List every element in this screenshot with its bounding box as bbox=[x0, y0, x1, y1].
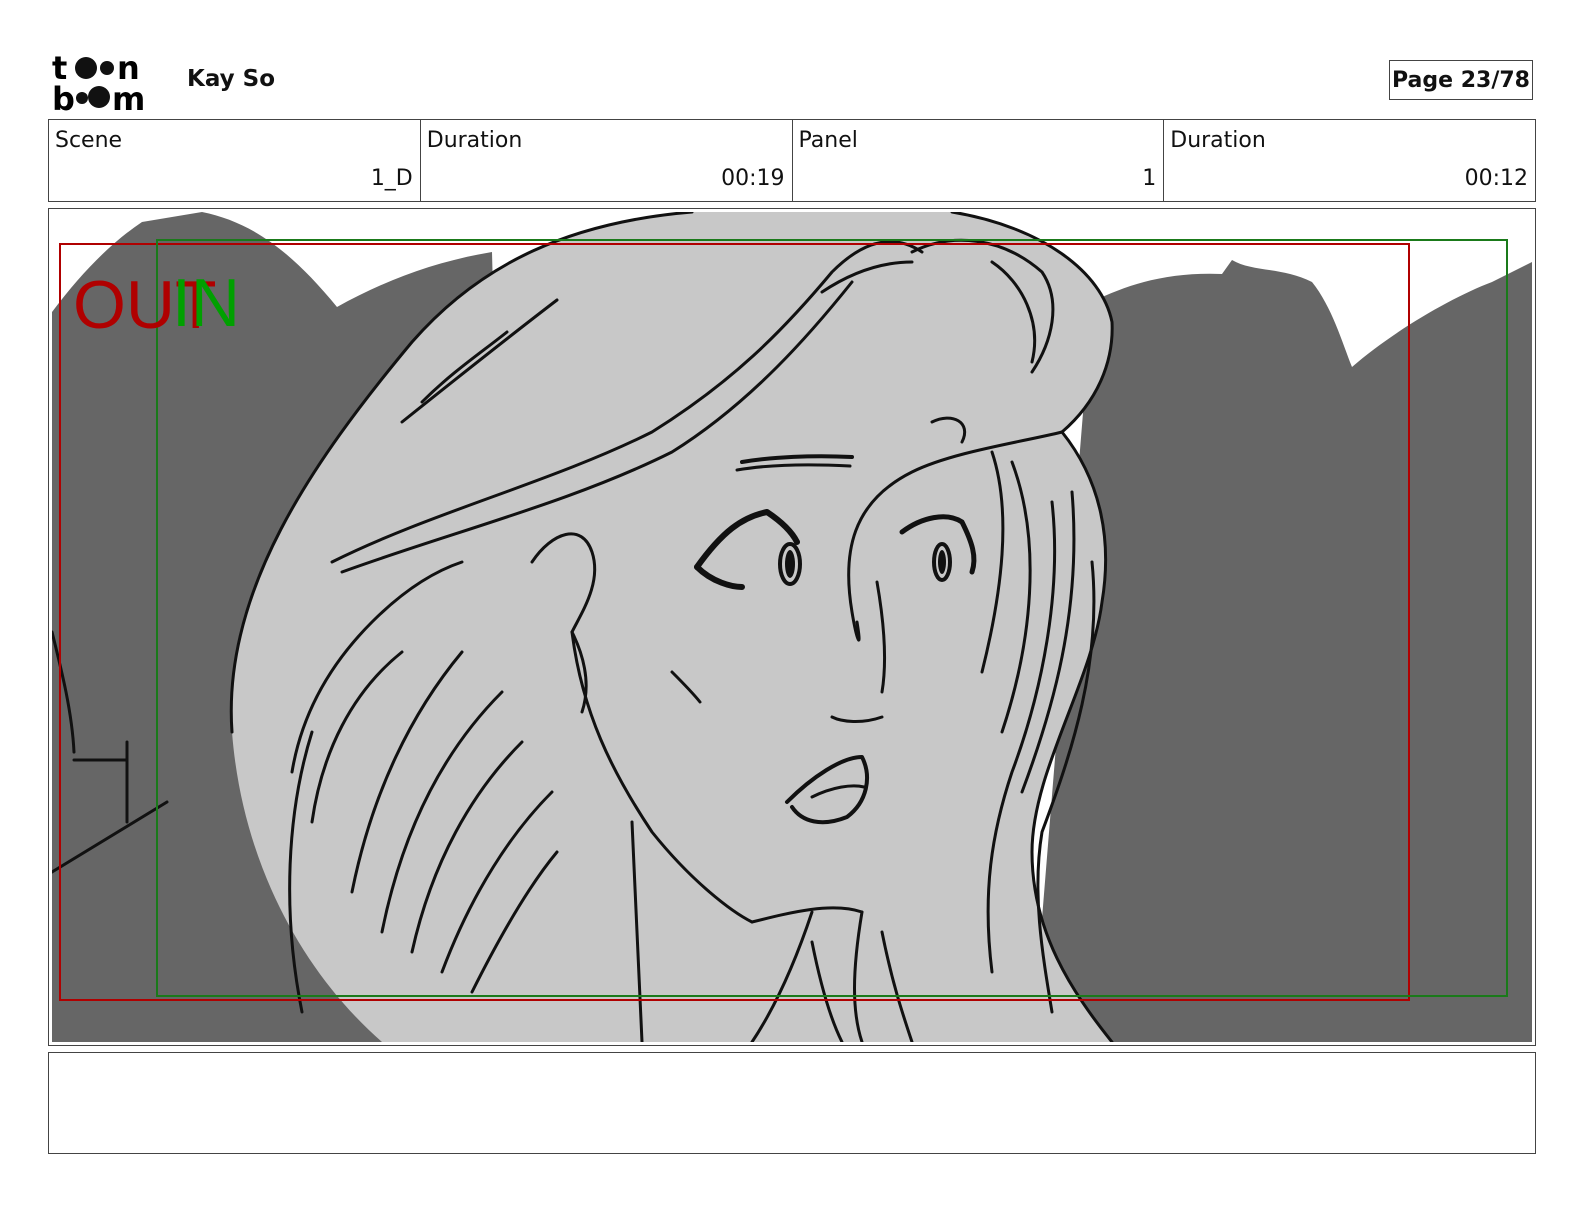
panel-label: Panel bbox=[798, 128, 858, 153]
svg-text:m: m bbox=[112, 80, 145, 112]
panel-value: 1 bbox=[1142, 166, 1157, 191]
scene-duration-label: Duration bbox=[426, 128, 523, 153]
author-name: Kay So bbox=[187, 66, 276, 92]
panel-notes-box bbox=[48, 1052, 1536, 1154]
scene-duration-cell: Duration 00:19 bbox=[421, 120, 793, 201]
scene-label: Scene bbox=[55, 128, 123, 153]
scene-duration-value: 00:19 bbox=[721, 166, 785, 191]
storyboard-panel-drawing bbox=[52, 212, 1532, 1042]
in-frame-label: IN bbox=[172, 265, 240, 341]
page-number: Page 23/78 bbox=[1389, 60, 1533, 100]
scene-value: 1_D bbox=[370, 166, 413, 191]
panel-duration-cell: Duration 00:12 bbox=[1164, 120, 1535, 201]
toon-boom-logo: t n b m bbox=[52, 49, 164, 118]
panel-cell: Panel 1 bbox=[793, 120, 1165, 201]
panel-duration-label: Duration bbox=[1170, 128, 1266, 153]
scene-cell: Scene 1_D bbox=[49, 120, 421, 201]
background-silhouette-right bbox=[1032, 260, 1532, 1042]
panel-duration-value: 00:12 bbox=[1464, 166, 1528, 191]
svg-text:b: b bbox=[52, 80, 75, 112]
scene-info-table: Scene 1_D Duration 00:19 Panel 1 Duratio… bbox=[48, 119, 1536, 202]
